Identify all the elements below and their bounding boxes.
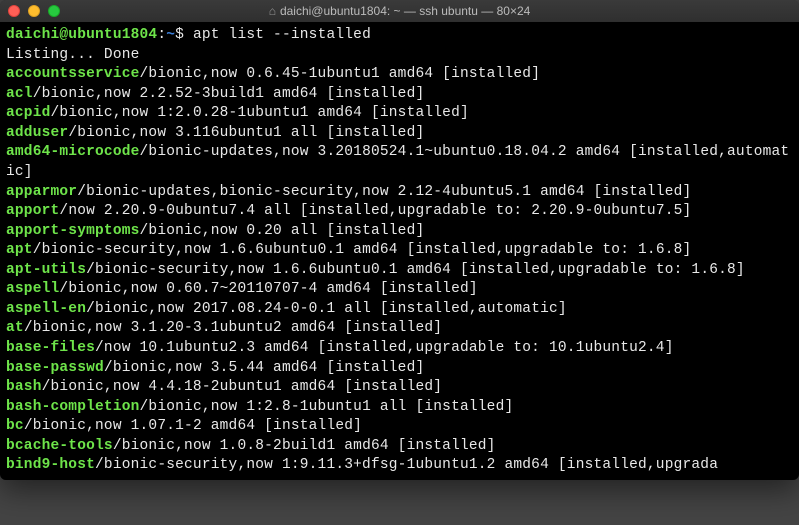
package-name: at bbox=[6, 320, 24, 336]
package-line: acpid/bionic,now 1:2.0.28-1ubuntu1 amd64… bbox=[6, 104, 793, 124]
package-name: amd64-microcode bbox=[6, 144, 140, 160]
package-name: accountsservice bbox=[6, 66, 140, 82]
package-name: base-files bbox=[6, 340, 95, 356]
prompt-colon: : bbox=[157, 27, 166, 43]
prompt-dollar: $ bbox=[175, 27, 184, 43]
traffic-lights bbox=[8, 5, 60, 17]
prompt-line: daichi@ubuntu1804:~$ apt list --installe… bbox=[6, 26, 793, 46]
home-icon: ⌂ bbox=[269, 4, 276, 18]
package-line: apt-utils/bionic-security,now 1.6.6ubunt… bbox=[6, 261, 793, 281]
package-name: bash-completion bbox=[6, 399, 140, 415]
package-details: /bionic,now 3.116ubuntu1 all [installed] bbox=[68, 125, 424, 141]
package-details: /bionic,now 2017.08.24-0-0.1 all [instal… bbox=[86, 301, 567, 317]
package-line: adduser/bionic,now 3.116ubuntu1 all [ins… bbox=[6, 124, 793, 144]
package-line: apparmor/bionic-updates,bionic-security,… bbox=[6, 183, 793, 203]
package-details: /bionic,now 3.5.44 amd64 [installed] bbox=[104, 360, 424, 376]
terminal-window: ⌂ daichi@ubuntu1804: ~ — ssh ubuntu — 80×… bbox=[0, 0, 799, 480]
package-name: adduser bbox=[6, 125, 68, 141]
package-name: apparmor bbox=[6, 184, 77, 200]
package-line: base-files/now 10.1ubuntu2.3 amd64 [inst… bbox=[6, 339, 793, 359]
package-details: /now 2.20.9-0ubuntu7.4 all [installed,up… bbox=[59, 203, 691, 219]
package-line: at/bionic,now 3.1.20-3.1ubuntu2 amd64 [i… bbox=[6, 319, 793, 339]
package-details: /bionic,now 3.1.20-3.1ubuntu2 amd64 [ins… bbox=[24, 320, 442, 336]
package-line: bash-completion/bionic,now 1:2.8-1ubuntu… bbox=[6, 398, 793, 418]
package-name: bind9-host bbox=[6, 457, 95, 473]
package-details: /bionic,now 0.6.45-1ubuntu1 amd64 [insta… bbox=[140, 66, 541, 82]
package-name: aspell-en bbox=[6, 301, 86, 317]
prompt-user-host: daichi@ubuntu1804 bbox=[6, 27, 157, 43]
listing-line: Listing... Done bbox=[6, 46, 793, 66]
package-line: aspell/bionic,now 0.60.7~20110707-4 amd6… bbox=[6, 280, 793, 300]
minimize-icon[interactable] bbox=[28, 5, 40, 17]
package-details: /bionic-security,now 1:9.11.3+dfsg-1ubun… bbox=[95, 457, 718, 473]
package-line: bcache-tools/bionic,now 1.0.8-2build1 am… bbox=[6, 437, 793, 457]
package-name: apport bbox=[6, 203, 59, 219]
package-name: base-passwd bbox=[6, 360, 104, 376]
window-title-text: daichi@ubuntu1804: ~ — ssh ubuntu — 80×2… bbox=[280, 4, 530, 18]
package-name: bcache-tools bbox=[6, 438, 113, 454]
package-line: base-passwd/bionic,now 3.5.44 amd64 [ins… bbox=[6, 359, 793, 379]
package-line: aspell-en/bionic,now 2017.08.24-0-0.1 al… bbox=[6, 300, 793, 320]
package-line: accountsservice/bionic,now 0.6.45-1ubunt… bbox=[6, 65, 793, 85]
package-name: apt bbox=[6, 242, 33, 258]
package-name: aspell bbox=[6, 281, 59, 297]
titlebar[interactable]: ⌂ daichi@ubuntu1804: ~ — ssh ubuntu — 80×… bbox=[0, 0, 799, 22]
package-details: /now 10.1ubuntu2.3 amd64 [installed,upgr… bbox=[95, 340, 674, 356]
package-name: acl bbox=[6, 86, 33, 102]
package-details: /bionic,now 0.60.7~20110707-4 amd64 [ins… bbox=[59, 281, 477, 297]
package-line: acl/bionic,now 2.2.52-3build1 amd64 [ins… bbox=[6, 85, 793, 105]
package-details: /bionic,now 0.20 all [installed] bbox=[140, 223, 425, 239]
package-line: bash/bionic,now 4.4.18-2ubuntu1 amd64 [i… bbox=[6, 378, 793, 398]
package-details: /bionic,now 4.4.18-2ubuntu1 amd64 [insta… bbox=[42, 379, 443, 395]
zoom-icon[interactable] bbox=[48, 5, 60, 17]
package-line: apport/now 2.20.9-0ubuntu7.4 all [instal… bbox=[6, 202, 793, 222]
package-line: amd64-microcode/bionic-updates,now 3.201… bbox=[6, 143, 793, 182]
package-details: /bionic,now 2.2.52-3build1 amd64 [instal… bbox=[33, 86, 425, 102]
terminal-body[interactable]: daichi@ubuntu1804:~$ apt list --installe… bbox=[0, 22, 799, 480]
package-details: /bionic,now 1.0.8-2build1 amd64 [install… bbox=[113, 438, 496, 454]
package-details: /bionic,now 1:2.0.28-1ubuntu1 amd64 [ins… bbox=[51, 105, 469, 121]
package-name: apport-symptoms bbox=[6, 223, 140, 239]
package-line: apt/bionic-security,now 1.6.6ubuntu0.1 a… bbox=[6, 241, 793, 261]
package-details: /bionic,now 1:2.8-1ubuntu1 all [installe… bbox=[140, 399, 514, 415]
package-line: apport-symptoms/bionic,now 0.20 all [ins… bbox=[6, 222, 793, 242]
package-line: bc/bionic,now 1.07.1-2 amd64 [installed] bbox=[6, 417, 793, 437]
package-name: apt-utils bbox=[6, 262, 86, 278]
package-details: /bionic,now 1.07.1-2 amd64 [installed] bbox=[24, 418, 362, 434]
close-icon[interactable] bbox=[8, 5, 20, 17]
package-details: /bionic-security,now 1.6.6ubuntu0.1 amd6… bbox=[33, 242, 692, 258]
window-title: ⌂ daichi@ubuntu1804: ~ — ssh ubuntu — 80×… bbox=[8, 4, 791, 18]
typed-command: apt list --installed bbox=[184, 27, 371, 43]
prompt-path: ~ bbox=[166, 27, 175, 43]
package-details: /bionic-security,now 1.6.6ubuntu0.1 amd6… bbox=[86, 262, 745, 278]
package-details: /bionic-updates,bionic-security,now 2.12… bbox=[77, 184, 691, 200]
package-name: bash bbox=[6, 379, 42, 395]
package-line: bind9-host/bionic-security,now 1:9.11.3+… bbox=[6, 456, 793, 476]
package-name: acpid bbox=[6, 105, 51, 121]
package-name: bc bbox=[6, 418, 24, 434]
